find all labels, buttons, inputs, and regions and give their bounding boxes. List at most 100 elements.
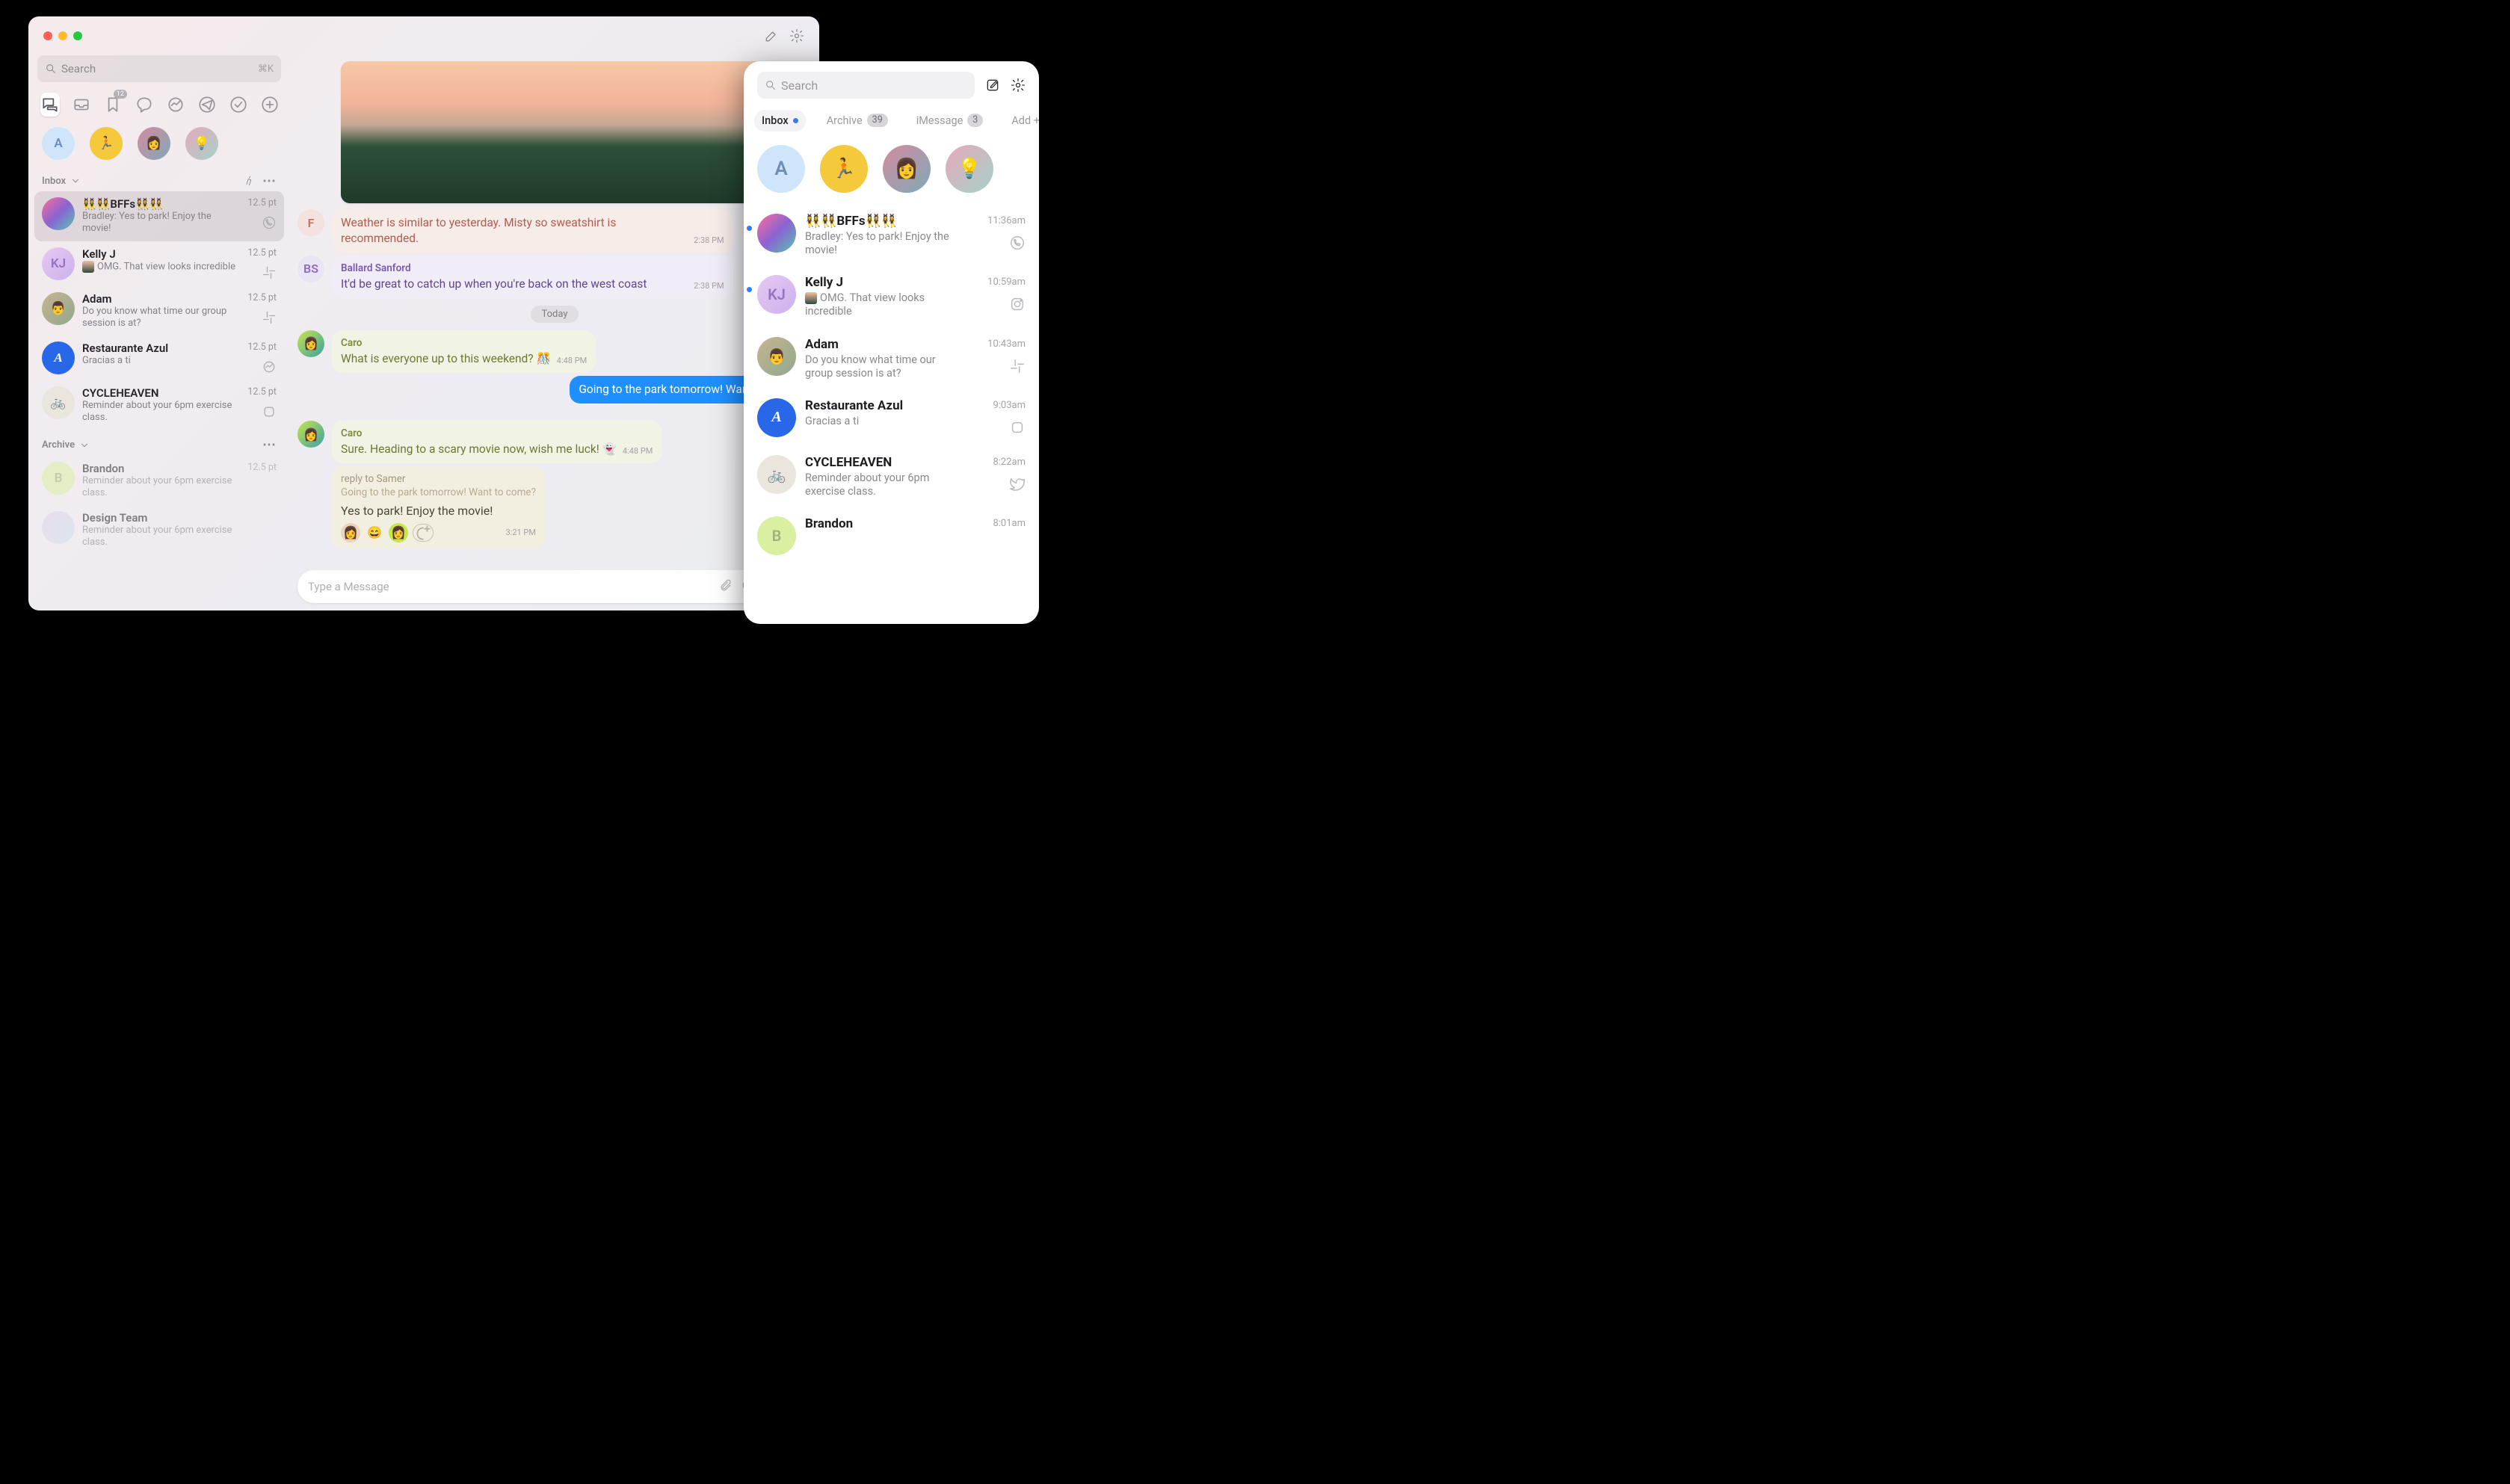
- message-composer[interactable]: Type a Message GIF: [297, 570, 812, 603]
- imessage-icon: [1009, 419, 1026, 439]
- mobile-topbar: Search: [744, 61, 1039, 106]
- traffic-lights: [43, 31, 82, 40]
- search-field[interactable]: Search: [757, 72, 975, 99]
- avatar: KJ: [757, 275, 796, 314]
- message-bubble[interactable]: reply to Samer Going to the park tomorro…: [332, 466, 545, 548]
- message-row: F Weather is similar to yesterday. Misty…: [297, 209, 812, 253]
- mode-inbox[interactable]: [72, 93, 91, 117]
- seen-label: Seen: [297, 406, 803, 416]
- settings-gear-icon[interactable]: [789, 28, 804, 43]
- sidebar: Search ⌘K 12 A 🏃 👩 💡 I: [28, 55, 290, 610]
- more-icon[interactable]: ⋯: [262, 173, 277, 188]
- mode-messenger[interactable]: [166, 93, 185, 117]
- favorite-avatar[interactable]: 🏃: [820, 145, 868, 193]
- message-row: BS Ballard Sanford It'd be great to catc…: [297, 256, 812, 298]
- thumbnail-icon: [82, 261, 94, 273]
- tab-archive[interactable]: Archive39: [819, 109, 895, 132]
- avatar: 👨: [42, 292, 75, 325]
- conversation-item[interactable]: A Restaurante Azul Gracias a ti 12.5 pt: [34, 336, 284, 380]
- message-bubble[interactable]: Caro Sure. Heading to a scary movie now,…: [332, 421, 662, 463]
- instagram-icon: [1009, 296, 1026, 315]
- reaction-avatar[interactable]: 👩: [389, 523, 408, 542]
- favorite-avatar[interactable]: A: [42, 127, 75, 160]
- tab-imessage[interactable]: iMessage3: [909, 109, 991, 132]
- avatar: 🚲: [757, 455, 796, 494]
- reaction-avatar[interactable]: 👩: [341, 523, 360, 542]
- search-placeholder: Search: [781, 78, 818, 93]
- mode-done[interactable]: [229, 93, 248, 117]
- mode-imessage[interactable]: [135, 93, 154, 117]
- day-separator: Today: [531, 306, 578, 323]
- message-bubble[interactable]: Caro What is everyone up to this weekend…: [332, 330, 596, 373]
- mode-telegram[interactable]: [197, 93, 217, 117]
- message-bubble[interactable]: Weather is similar to yesterday. Misty s…: [332, 209, 733, 253]
- tab-add[interactable]: Add +: [1004, 110, 1039, 132]
- conversation-item[interactable]: B Brandon Reminder about your 6pm exerci…: [34, 456, 284, 506]
- conversation-item[interactable]: B Brandon 8:01am: [754, 507, 1029, 564]
- avatar: [42, 511, 75, 544]
- mode-chats[interactable]: [40, 93, 60, 117]
- chevron-down-icon: [79, 440, 90, 451]
- main-window: Search ⌘K 12 A 🏃 👩 💡 I: [28, 16, 819, 610]
- chat-pane: 👯‍♀️👯‍♀️BFFs👯‍♀️👯‍♀️ F Weather is simila…: [290, 55, 819, 610]
- slack-icon: [262, 265, 277, 283]
- slack-icon: [262, 310, 277, 328]
- conversation-item[interactable]: 👯‍♀️👯‍♀️BFFs👯‍♀️👯‍♀️Bradley: Yes to park…: [754, 205, 1029, 266]
- message-row-outgoing: Going to the park tomorrow! Want to come…: [297, 376, 812, 404]
- reaction-emoji[interactable]: 😄: [365, 523, 384, 542]
- conversation-item[interactable]: 👯‍♀️👯‍♀️BFFs👯‍♀️👯‍♀️ Bradley: Yes to par…: [34, 191, 284, 241]
- unread-dot: [793, 118, 798, 123]
- conversation-item[interactable]: Design Team Reminder about your 6pm exer…: [34, 505, 284, 555]
- avatar: 👩: [297, 330, 324, 357]
- add-reaction-button[interactable]: [413, 524, 434, 542]
- unread-dot: [747, 226, 752, 231]
- more-icon[interactable]: ⋯: [262, 438, 277, 453]
- conversation-item[interactable]: 🚲 CYCLEHEAVENReminder about your 6pm exe…: [754, 446, 1029, 507]
- conversation-item[interactable]: 👨 Adam Do you know what time our group s…: [34, 286, 284, 336]
- chevron-down-icon: [70, 176, 81, 186]
- message-row: reply to Samer Going to the park tomorro…: [297, 466, 812, 548]
- window-minimize-button[interactable]: [58, 31, 67, 40]
- mode-bookmarks[interactable]: 12: [103, 93, 123, 117]
- conversation-item[interactable]: 👨 AdamDo you know what time our group se…: [754, 328, 1029, 389]
- conversation-item[interactable]: KJ Kelly J OMG. That view looks incredib…: [34, 241, 284, 286]
- favorite-avatar[interactable]: 🏃: [90, 127, 123, 160]
- search-field[interactable]: Search ⌘K: [37, 55, 281, 82]
- favorites-row: A 🏃 👩 💡: [744, 139, 1039, 205]
- favorite-avatar[interactable]: 👩: [883, 145, 931, 193]
- conversation-item[interactable]: KJ Kelly JOMG. That view looks incredibl…: [754, 266, 1029, 327]
- conversation-list: 👯‍♀️👯‍♀️BFFs👯‍♀️👯‍♀️Bradley: Yes to park…: [744, 205, 1039, 564]
- favorite-avatar[interactable]: 💡: [946, 145, 993, 193]
- search-placeholder: Search: [61, 62, 258, 75]
- favorite-avatar[interactable]: 💡: [185, 127, 218, 160]
- avatar: 👩: [297, 421, 324, 448]
- mode-add[interactable]: [260, 93, 280, 117]
- avatar: A: [42, 341, 75, 374]
- attach-icon[interactable]: [719, 578, 733, 595]
- favorite-avatar[interactable]: 👩: [138, 127, 170, 160]
- settings-gear-icon[interactable]: [1011, 78, 1026, 93]
- avatar: 🚲: [42, 386, 75, 419]
- conversation-item[interactable]: A Restaurante AzulGracias a ti 9:03am: [754, 389, 1029, 446]
- message-bubble[interactable]: Ballard Sanford It'd be great to catch u…: [332, 256, 733, 298]
- unread-dot: [747, 287, 752, 292]
- compose-icon[interactable]: [764, 28, 779, 43]
- reactions: 👩 😄 👩 3:21 PM: [341, 523, 536, 542]
- search-shortcut: ⌘K: [258, 64, 274, 75]
- message-row: 👩 Caro Sure. Heading to a scary movie no…: [297, 421, 812, 463]
- conversation-item[interactable]: 🚲 CYCLEHEAVEN Reminder about your 6pm ex…: [34, 380, 284, 430]
- avatar: BS: [297, 256, 324, 282]
- archive-section-header[interactable]: Archive ⋯: [34, 435, 284, 456]
- avatar: [757, 214, 796, 253]
- inbox-section-header[interactable]: Inbox ⋯: [34, 170, 284, 191]
- tab-inbox[interactable]: Inbox: [754, 110, 806, 132]
- image-message[interactable]: [341, 61, 768, 203]
- window-close-button[interactable]: [43, 31, 52, 40]
- favorite-avatar[interactable]: A: [757, 145, 805, 193]
- sweep-icon[interactable]: [242, 173, 257, 188]
- whatsapp-icon: [262, 215, 277, 233]
- window-zoom-button[interactable]: [73, 31, 82, 40]
- avatar: F: [297, 209, 324, 236]
- mobile-window: Search Inbox Archive39 iMessage3 Add + A…: [744, 61, 1039, 624]
- compose-icon[interactable]: [985, 78, 1000, 93]
